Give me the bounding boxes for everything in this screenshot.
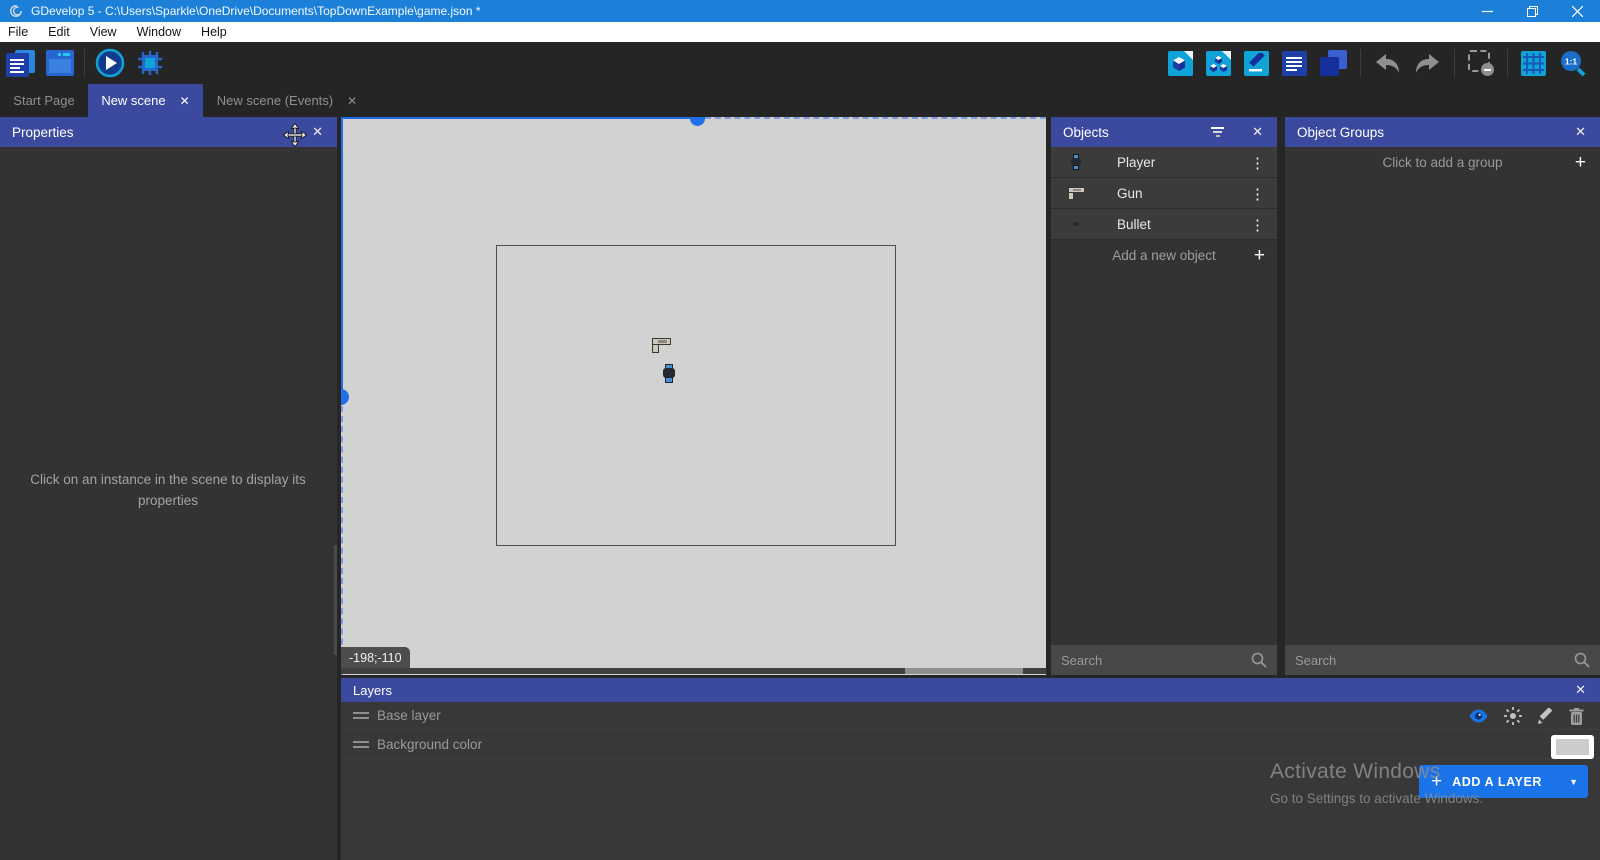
- objects-title: Objects: [1063, 125, 1109, 140]
- search-icon: [1251, 652, 1267, 668]
- drag-handle-icon[interactable]: [353, 738, 369, 751]
- menu-window[interactable]: Window: [127, 22, 191, 42]
- resize-guide-left-dashed: [341, 406, 343, 675]
- objects-search-input[interactable]: [1051, 653, 1251, 668]
- close-properties-icon[interactable]: ✕: [312, 124, 323, 140]
- gdevelop-logo-icon: [9, 4, 23, 18]
- zoom-1to1-icon[interactable]: 1:1: [1559, 50, 1586, 77]
- move-cursor-icon: [283, 123, 307, 147]
- add-layer-button[interactable]: + ADD A LAYER ▼: [1419, 765, 1588, 798]
- visibility-eye-icon[interactable]: [1468, 709, 1489, 723]
- titlebar: GDevelop 5 - C:\Users\Sparkle\OneDrive\D…: [0, 0, 1600, 22]
- objects-panel: Objects ✕ Player ⋮: [1051, 117, 1277, 675]
- gun-object-icon: [1065, 187, 1087, 200]
- plus-icon: +: [1431, 771, 1442, 793]
- filter-icon[interactable]: [1211, 125, 1224, 139]
- object-groups-header: Object Groups ✕: [1285, 117, 1600, 147]
- object-menu-icon[interactable]: ⋮: [1250, 147, 1265, 178]
- add-new-object-button[interactable]: Add a new object +: [1051, 240, 1277, 271]
- object-row-gun[interactable]: Gun ⋮: [1051, 178, 1277, 209]
- properties-editor-icon[interactable]: [1244, 51, 1269, 76]
- player-object-icon: [1065, 154, 1087, 170]
- layers-header: Layers ✕: [341, 678, 1600, 702]
- window-title: GDevelop 5 - C:\Users\Sparkle\OneDrive\D…: [31, 4, 481, 18]
- dropdown-arrow-icon[interactable]: ▼: [1557, 777, 1578, 787]
- gdevelop-window: GDevelop 5 - C:\Users\Sparkle\OneDrive\D…: [0, 0, 1600, 860]
- background-color-swatch[interactable]: [1551, 735, 1594, 759]
- close-objects-icon[interactable]: ✕: [1252, 124, 1263, 140]
- resize-guide-top: [341, 117, 690, 119]
- instances-list-icon[interactable]: [1282, 51, 1307, 76]
- redo-icon[interactable]: [1414, 53, 1441, 74]
- start-page-icon[interactable]: [46, 50, 74, 76]
- resize-handle-top[interactable]: [690, 117, 705, 126]
- tab-new-scene[interactable]: New scene ✕: [88, 84, 203, 117]
- gun-instance[interactable]: [652, 338, 672, 354]
- player-instance[interactable]: [663, 364, 675, 383]
- resize-guide-top-dashed: [705, 117, 1046, 119]
- edit-layer-icon[interactable]: [1537, 708, 1554, 725]
- play-preview-button[interactable]: [95, 48, 125, 78]
- project-manager-icon[interactable]: [6, 50, 36, 77]
- groups-search: [1285, 645, 1600, 675]
- groups-search-input[interactable]: [1285, 653, 1574, 668]
- cursor-coordinates: -198;-110: [341, 647, 410, 668]
- resize-guide-left: [341, 117, 343, 390]
- properties-panel: Properties ✕ Click on an instance in the…: [0, 117, 337, 860]
- plus-icon: +: [1254, 245, 1265, 267]
- menu-view[interactable]: View: [80, 22, 127, 42]
- game-window-border: [496, 245, 896, 546]
- object-row-bullet[interactable]: Bullet ⋮: [1051, 209, 1277, 240]
- layers-title: Layers: [353, 683, 392, 698]
- grid-icon[interactable]: [1521, 51, 1546, 76]
- object-groups-panel: Object Groups ✕ Click to add a group +: [1285, 117, 1600, 675]
- layers-editor-icon[interactable]: [1320, 50, 1347, 76]
- close-object-groups-icon[interactable]: ✕: [1575, 124, 1586, 140]
- menu-file[interactable]: File: [0, 22, 38, 42]
- menu-edit[interactable]: Edit: [38, 22, 80, 42]
- menu-help[interactable]: Help: [191, 22, 237, 42]
- tab-new-scene-events[interactable]: New scene (Events) ✕: [203, 84, 371, 117]
- deselect-icon[interactable]: [1468, 50, 1494, 76]
- tab-start-page[interactable]: Start Page: [0, 84, 88, 117]
- close-window-button[interactable]: [1555, 0, 1600, 22]
- object-menu-icon[interactable]: ⋮: [1250, 209, 1265, 240]
- drag-handle-icon[interactable]: [353, 709, 369, 722]
- object-groups-title: Object Groups: [1297, 125, 1384, 140]
- menubar: File Edit View Window Help: [0, 22, 1600, 42]
- debug-icon[interactable]: [135, 49, 165, 77]
- add-group-button[interactable]: Click to add a group +: [1285, 147, 1600, 178]
- tabbar: Start Page New scene ✕ New scene (Events…: [0, 84, 1600, 117]
- layers-panel: Layers ✕ Base layer: [341, 678, 1600, 860]
- object-menu-icon[interactable]: ⋮: [1250, 178, 1265, 209]
- close-layers-icon[interactable]: ✕: [1575, 682, 1586, 698]
- object-groups-icon[interactable]: [1206, 51, 1231, 76]
- svg-text:1:1: 1:1: [1565, 56, 1578, 66]
- objects-header: Objects ✕: [1051, 117, 1277, 147]
- plus-icon: +: [1575, 152, 1586, 174]
- panel-splitter[interactable]: [1277, 117, 1285, 675]
- objects-search: [1051, 645, 1277, 675]
- delete-layer-icon[interactable]: [1569, 708, 1584, 725]
- objects-editor-icon[interactable]: [1168, 51, 1193, 76]
- toolbar: 1:1: [0, 42, 1600, 84]
- scrollbar-thumb[interactable]: [905, 668, 1023, 674]
- layer-row-background[interactable]: Background color: [341, 731, 1600, 759]
- search-icon: [1574, 652, 1590, 668]
- undo-icon[interactable]: [1374, 53, 1401, 74]
- layer-row-base[interactable]: Base layer: [341, 702, 1600, 730]
- properties-title: Properties: [12, 125, 74, 140]
- scene-canvas[interactable]: -198;-110: [341, 117, 1046, 675]
- resize-handle-left[interactable]: [341, 389, 349, 405]
- properties-empty-message: Click on an instance in the scene to dis…: [18, 470, 318, 512]
- canvas-horizontal-scrollbar[interactable]: [341, 668, 1046, 674]
- bullet-object-icon: [1065, 222, 1087, 226]
- close-tab-icon[interactable]: ✕: [180, 94, 190, 108]
- object-row-player[interactable]: Player ⋮: [1051, 147, 1277, 178]
- restore-button[interactable]: [1510, 0, 1555, 22]
- layer-effects-icon[interactable]: [1504, 707, 1522, 725]
- close-tab-icon[interactable]: ✕: [347, 94, 357, 108]
- minimize-button[interactable]: [1465, 0, 1510, 22]
